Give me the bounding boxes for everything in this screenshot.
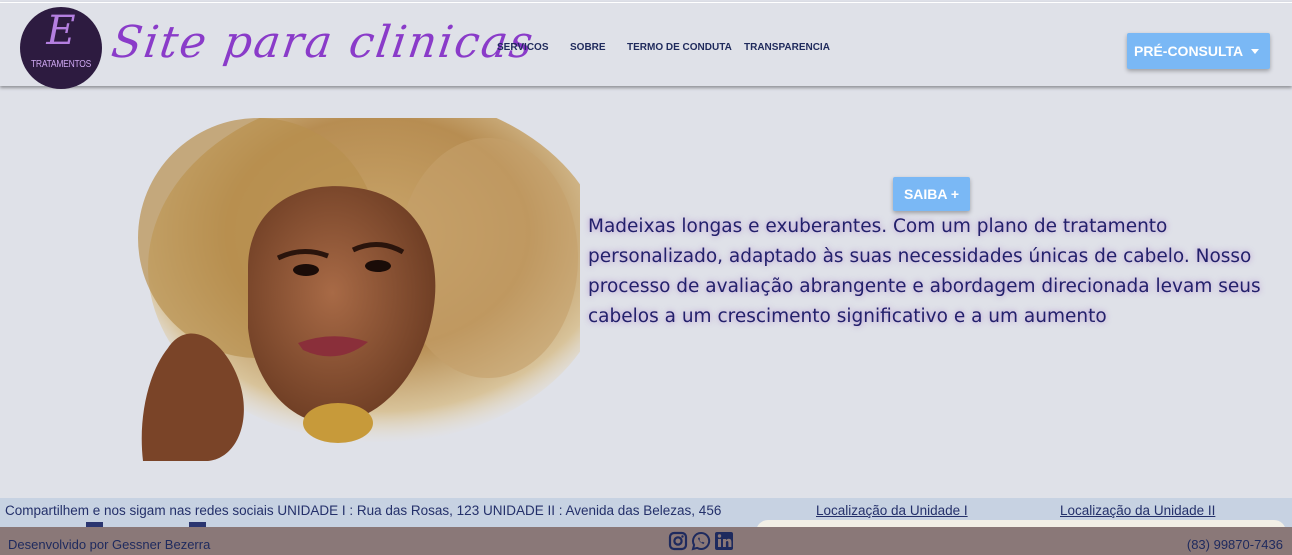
footer-info-bar: Compartilhem e nos sigam nas redes socia…: [0, 498, 1292, 527]
linkedin-icon[interactable]: [714, 531, 734, 551]
clinic-logo[interactable]: E TRATAMENTOS: [20, 7, 102, 89]
bottom-bar: Desenvolvido por Gessner Bezerra (83) 99…: [0, 527, 1292, 555]
hero-description: Madeixas longas e exuberantes. Com um pl…: [588, 216, 1261, 327]
caret-down-icon: [1251, 49, 1259, 54]
social-links: [668, 531, 734, 551]
site-title[interactable]: Site para clinicas: [108, 17, 537, 68]
hero-image: [138, 118, 580, 461]
nav-servicos[interactable]: SERVICOS: [497, 42, 549, 53]
location-unit-2-link[interactable]: Localização da Unidade II: [1060, 503, 1215, 518]
whatsapp-icon[interactable]: [691, 531, 711, 551]
location-unit-1-link[interactable]: Localização da Unidade I: [816, 503, 968, 518]
site-header: E TRATAMENTOS Site para clinicas SERVICO…: [0, 2, 1292, 89]
nav-sobre[interactable]: SOBRE: [570, 42, 606, 53]
pre-consulta-dropdown-button[interactable]: PRÉ-CONSULTA: [1127, 33, 1270, 69]
nav-transparencia[interactable]: TRANSPARENCIA: [744, 42, 830, 53]
map-preview[interactable]: [756, 520, 1286, 527]
logo-monogram: E: [46, 8, 76, 54]
logo-text: TRATAMENTOS: [30, 59, 92, 70]
phone-number[interactable]: (83) 99870-7436: [1187, 537, 1283, 552]
pre-consulta-label: PRÉ-CONSULTA: [1134, 43, 1244, 59]
instagram-icon[interactable]: [668, 531, 688, 551]
developer-credit: Desenvolvido por Gessner Bezerra: [8, 537, 211, 552]
footer-social-address-text: Compartilhem e nos sigam nas redes socia…: [5, 503, 722, 518]
nav-termo-de-conduta[interactable]: TERMO DE CONDUTA: [627, 42, 732, 53]
saiba-mais-button[interactable]: SAIBA +: [893, 177, 970, 211]
